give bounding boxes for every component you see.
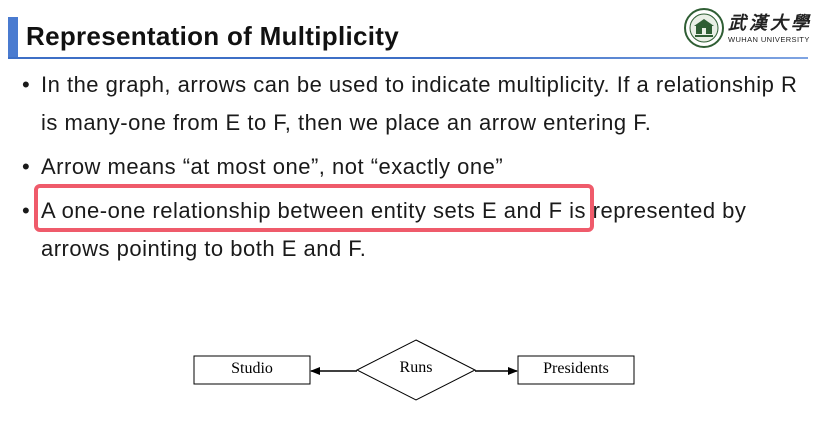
university-name-en: WUHAN UNIVERSITY <box>728 35 810 44</box>
bullet-list: • In the graph, arrows can be used to in… <box>22 66 802 268</box>
slide: Representation of Multiplicity 武漢大學 WUHA… <box>0 0 817 425</box>
entity-label-studio: Studio <box>231 360 273 377</box>
title-accent-bar <box>8 17 18 57</box>
bullet-text: Arrow means “at most one”, not “exactly … <box>41 154 504 179</box>
highlight-box <box>34 184 594 232</box>
entity-label-presidents: Presidents <box>543 360 609 377</box>
bullet-dot: • <box>22 154 31 179</box>
university-seal-icon <box>684 8 724 48</box>
bullet-text: In the graph, arrows can be used to indi… <box>41 72 798 135</box>
relationship-label-runs: Runs <box>399 359 433 376</box>
bullet-item: • In the graph, arrows can be used to in… <box>22 66 802 142</box>
university-name-cn: 武漢大學 <box>728 13 812 34</box>
er-diagram: Studio Runs Presidents <box>190 336 640 408</box>
page-title: Representation of Multiplicity <box>26 21 400 51</box>
title-underline <box>8 57 808 59</box>
university-logo: 武漢大學 WUHAN UNIVERSITY <box>684 8 812 52</box>
bullet-dot: • <box>22 72 31 97</box>
bullet-dot: • <box>22 198 31 223</box>
bullet-item-highlighted: • Arrow means “at most one”, not “exactl… <box>22 148 802 186</box>
